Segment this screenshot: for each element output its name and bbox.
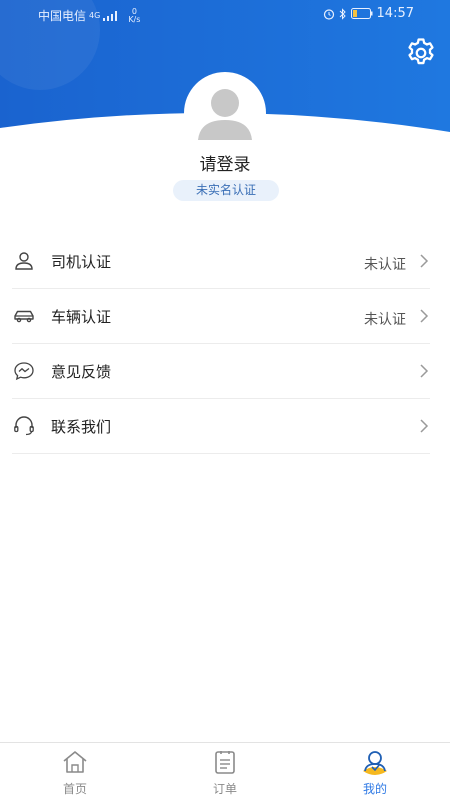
menu-status: 未认证 [364,257,406,273]
chevron-right-icon [420,254,429,268]
menu-item-driver-auth[interactable]: 司机认证 未认证 [12,234,430,289]
headset-icon [14,416,34,436]
chevron-right-icon [420,419,429,433]
bluetooth-icon [339,7,346,20]
speed-unit: K/s [128,14,141,24]
gear-icon[interactable] [404,36,438,70]
menu-label: 车辆认证 [51,308,112,326]
signal-icon [103,10,118,21]
carrier-name: 中国电信 [38,9,87,23]
menu-item-feedback[interactable]: 意见反馈 [12,344,430,399]
status-right: 14:57 [323,6,414,21]
menu-label: 联系我们 [51,418,112,436]
tab-orders[interactable]: 订单 [150,743,300,800]
home-icon [63,751,87,773]
status-left: 中国电信 4G 0 K/s [38,7,140,24]
tab-home[interactable]: 首页 [0,743,150,800]
feedback-icon [14,362,34,381]
menu-label: 意见反馈 [51,363,112,381]
tab-label: 首页 [62,782,87,796]
status-bar: 中国电信 4G 0 K/s 14:57 [0,0,450,30]
avatar[interactable] [184,72,266,154]
menu-list: 司机认证 未认证 车辆认证 未认证 意见反馈 联系我们 [0,234,450,454]
chevron-right-icon [420,364,429,378]
login-prompt[interactable]: 请登录 [0,150,450,175]
menu-item-vehicle-auth[interactable]: 车辆认证 未认证 [12,289,430,344]
profile-icon [363,751,387,775]
order-icon [215,751,235,774]
network-speed: 0 K/s [128,7,141,24]
menu-item-contact-us[interactable]: 联系我们 [12,399,430,454]
verify-status-badge: 未实名认证 [173,180,279,201]
driver-icon [15,252,33,270]
alarm-icon [323,8,334,20]
chevron-right-icon [420,309,429,323]
tab-label: 我的 [362,782,387,796]
status-time: 14:57 [376,6,414,21]
car-icon [14,310,34,323]
battery-icon [350,8,373,19]
bottom-tab-bar: 首页 订单 我的 [0,742,450,800]
tab-mine[interactable]: 我的 [300,743,450,800]
tab-label: 订单 [212,782,237,796]
menu-label: 司机认证 [51,253,112,271]
network-type: 4G [89,10,101,20]
default-avatar-icon [187,75,263,151]
menu-status: 未认证 [364,312,406,328]
